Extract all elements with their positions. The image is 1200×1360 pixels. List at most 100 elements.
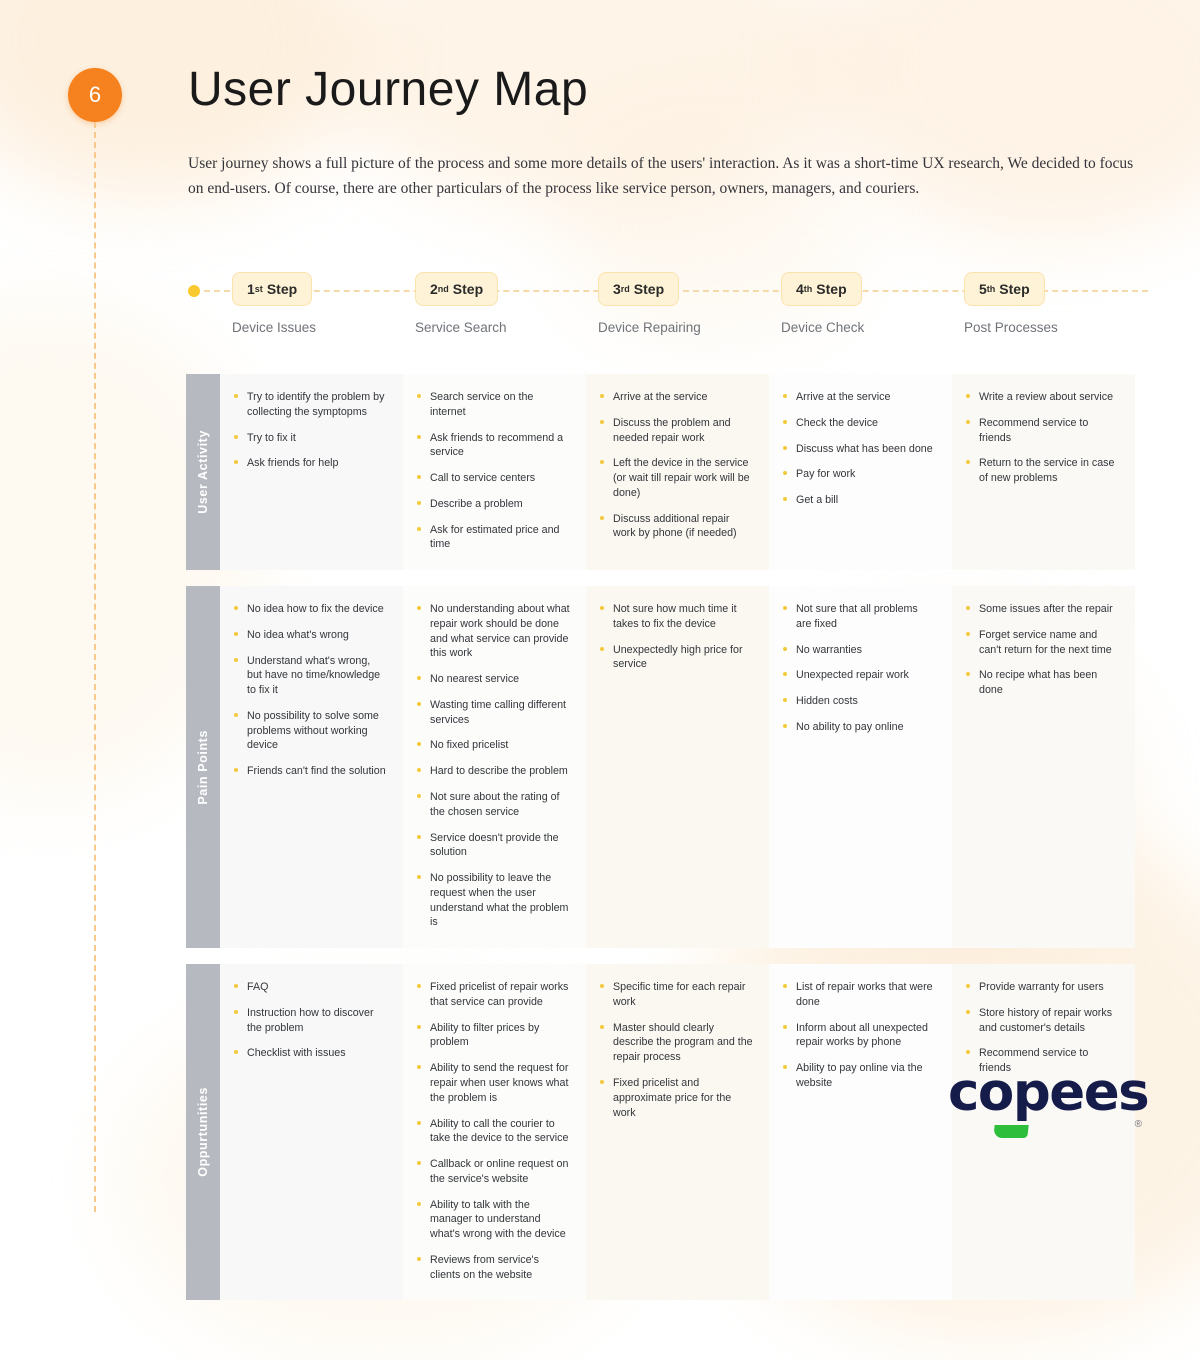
step-ordinal: 3 <box>613 281 621 297</box>
journey-cell: Not sure that all problems are fixed No w… <box>769 586 952 949</box>
step-column-2: 2nd Step Service Search <box>415 272 598 335</box>
list-item: Reviews from service's clients on the we… <box>417 1253 570 1283</box>
list-item: Ability to send the request for repair w… <box>417 1061 570 1105</box>
step-column-1: 1st Step Device Issues <box>232 272 415 335</box>
list-item: Ask for estimated price and time <box>417 523 570 553</box>
journey-cell: List of repair works that were done Infor… <box>769 964 952 1301</box>
list-item: Ability to talk with the manager to unde… <box>417 1198 570 1242</box>
list-item: Left the device in the service (or wait … <box>600 456 753 500</box>
step-name-5: Post Processes <box>964 320 1058 335</box>
list-item: Ability to call the courier to take the … <box>417 1117 570 1147</box>
list-item: Provide warranty for users <box>966 980 1119 995</box>
list-item: Instruction how to discover the problem <box>234 1006 387 1036</box>
row-label-text: Oppurtunities <box>196 1087 210 1178</box>
list-item: Ask friends for help <box>234 456 387 471</box>
list-item: Understand what's wrong, but have no tim… <box>234 654 387 698</box>
step-chip-5[interactable]: 5th Step <box>964 272 1045 306</box>
list-item: Ask friends to recommend a service <box>417 431 570 461</box>
list-item: Some issues after the repair <box>966 602 1119 617</box>
step-chip-1[interactable]: 1st Step <box>232 272 313 306</box>
list-item: Checklist with issues <box>234 1046 387 1061</box>
step-chip-2[interactable]: 2nd Step <box>415 272 499 306</box>
slide-number-badge: 6 <box>68 68 122 122</box>
journey-cell: Fixed pricelist of repair works that ser… <box>403 964 586 1301</box>
list-item: Store history of repair works and custom… <box>966 1006 1119 1036</box>
step-ordinal: 5 <box>979 281 987 297</box>
rail-dashed-line <box>94 122 96 1212</box>
list-item: Not sure about the rating of the chosen … <box>417 790 570 820</box>
list-item: Hidden costs <box>783 694 936 709</box>
step-column-5: 5th Step Post Processes <box>964 272 1147 335</box>
list-item: Return to the service in case of new pro… <box>966 456 1119 486</box>
step-ordinal-suffix: th <box>986 284 996 294</box>
list-item: Arrive at the service <box>600 390 753 405</box>
journey-cell: No understanding about what repair work … <box>403 586 586 949</box>
list-item: Not sure that all problems are fixed <box>783 602 936 632</box>
journey-matrix: User Activity Try to identify the problem… <box>186 374 1148 1316</box>
slide-canvas: 6 User Journey Map User journey shows a … <box>0 0 1200 1301</box>
timeline-start-dot <box>188 285 200 297</box>
journey-cell: Try to identify the problem by collectin… <box>220 374 403 571</box>
journey-cell: Specific time for each repair work Master… <box>586 964 769 1301</box>
step-ordinal: 4 <box>796 281 804 297</box>
row-cards: Try to identify the problem by collectin… <box>220 374 1148 571</box>
list-item: Check the device <box>783 416 936 431</box>
list-item: Specific time for each repair work <box>600 980 753 1010</box>
journey-cell: FAQ Instruction how to discover the probl… <box>220 964 403 1301</box>
list-item: Fixed pricelist and approximate price fo… <box>600 1076 753 1120</box>
list-item: Not sure how much time it takes to fix t… <box>600 602 753 632</box>
list-item: No ability to pay online <box>783 720 936 735</box>
row-label: User Activity <box>186 374 220 571</box>
brand-logo: copees ® <box>948 1062 1150 1138</box>
page-title: User Journey Map <box>188 63 589 116</box>
list-item: Try to fix it <box>234 431 387 446</box>
list-item: Arrive at the service <box>783 390 936 405</box>
list-item: Master should clearly describe the progr… <box>600 1021 753 1065</box>
step-name-3: Device Repairing <box>598 320 701 335</box>
list-item: Ability to filter prices by problem <box>417 1021 570 1051</box>
logo-wordmark: copees <box>948 1062 1150 1123</box>
journey-cell: Arrive at the service Discuss the problem… <box>586 374 769 571</box>
list-item: FAQ <box>234 980 387 995</box>
step-column-3: 3rd Step Device Repairing <box>598 272 781 335</box>
step-ordinal: 1 <box>247 281 255 297</box>
list-item: Hard to describe the problem <box>417 764 570 779</box>
list-item: No idea how to fix the device <box>234 602 387 617</box>
row-label-text: User Activity <box>196 430 210 514</box>
list-item: No understanding about what repair work … <box>417 602 570 661</box>
matrix-row: User Activity Try to identify the problem… <box>186 374 1148 571</box>
header: User Journey Map User journey shows a fu… <box>188 62 1148 201</box>
step-timeline: 1st Step Device Issues 2nd Step Service Searc… <box>188 272 1148 344</box>
row-cards: No idea how to fix the device No idea wha… <box>220 586 1148 949</box>
list-item: Unexpected repair work <box>783 668 936 683</box>
step-chip-3[interactable]: 3rd Step <box>598 272 680 306</box>
list-item: Service doesn't provide the solution <box>417 831 570 861</box>
step-ordinal-suffix: nd <box>437 284 449 294</box>
list-item: Callback or online request on the servic… <box>417 1157 570 1187</box>
step-chip-4[interactable]: 4th Step <box>781 272 862 306</box>
logo-swoosh-icon <box>993 1125 1029 1138</box>
step-name-4: Device Check <box>781 320 865 335</box>
journey-cell: Search service on the internet Ask friend… <box>403 374 586 571</box>
list-item: Write a review about service <box>966 390 1119 405</box>
step-name-1: Device Issues <box>232 320 317 335</box>
journey-cell: Not sure how much time it takes to fix t… <box>586 586 769 949</box>
list-item: No idea what's wrong <box>234 628 387 643</box>
list-item: Wasting time calling different services <box>417 698 570 728</box>
list-item: Recommend service to friends <box>966 416 1119 446</box>
list-item: Discuss additional repair work by phone … <box>600 512 753 542</box>
list-item: Get a bill <box>783 493 936 508</box>
list-item: No fixed pricelist <box>417 738 570 753</box>
journey-cell: Write a review about service Recommend se… <box>952 374 1135 571</box>
step-ordinal-suffix: rd <box>620 284 630 294</box>
journey-cell: No idea how to fix the device No idea wha… <box>220 586 403 949</box>
list-item: List of repair works that were done <box>783 980 936 1010</box>
list-item: Pay for work <box>783 467 936 482</box>
list-item: No possibility to solve some problems wi… <box>234 709 387 753</box>
step-ordinal-suffix: th <box>803 284 813 294</box>
list-item: Try to identify the problem by collectin… <box>234 390 387 420</box>
step-ordinal-suffix: st <box>254 284 263 294</box>
list-item: Forget service name and can't return for… <box>966 628 1119 658</box>
row-label: Pain Points <box>186 586 220 949</box>
list-item: No warranties <box>783 643 936 658</box>
